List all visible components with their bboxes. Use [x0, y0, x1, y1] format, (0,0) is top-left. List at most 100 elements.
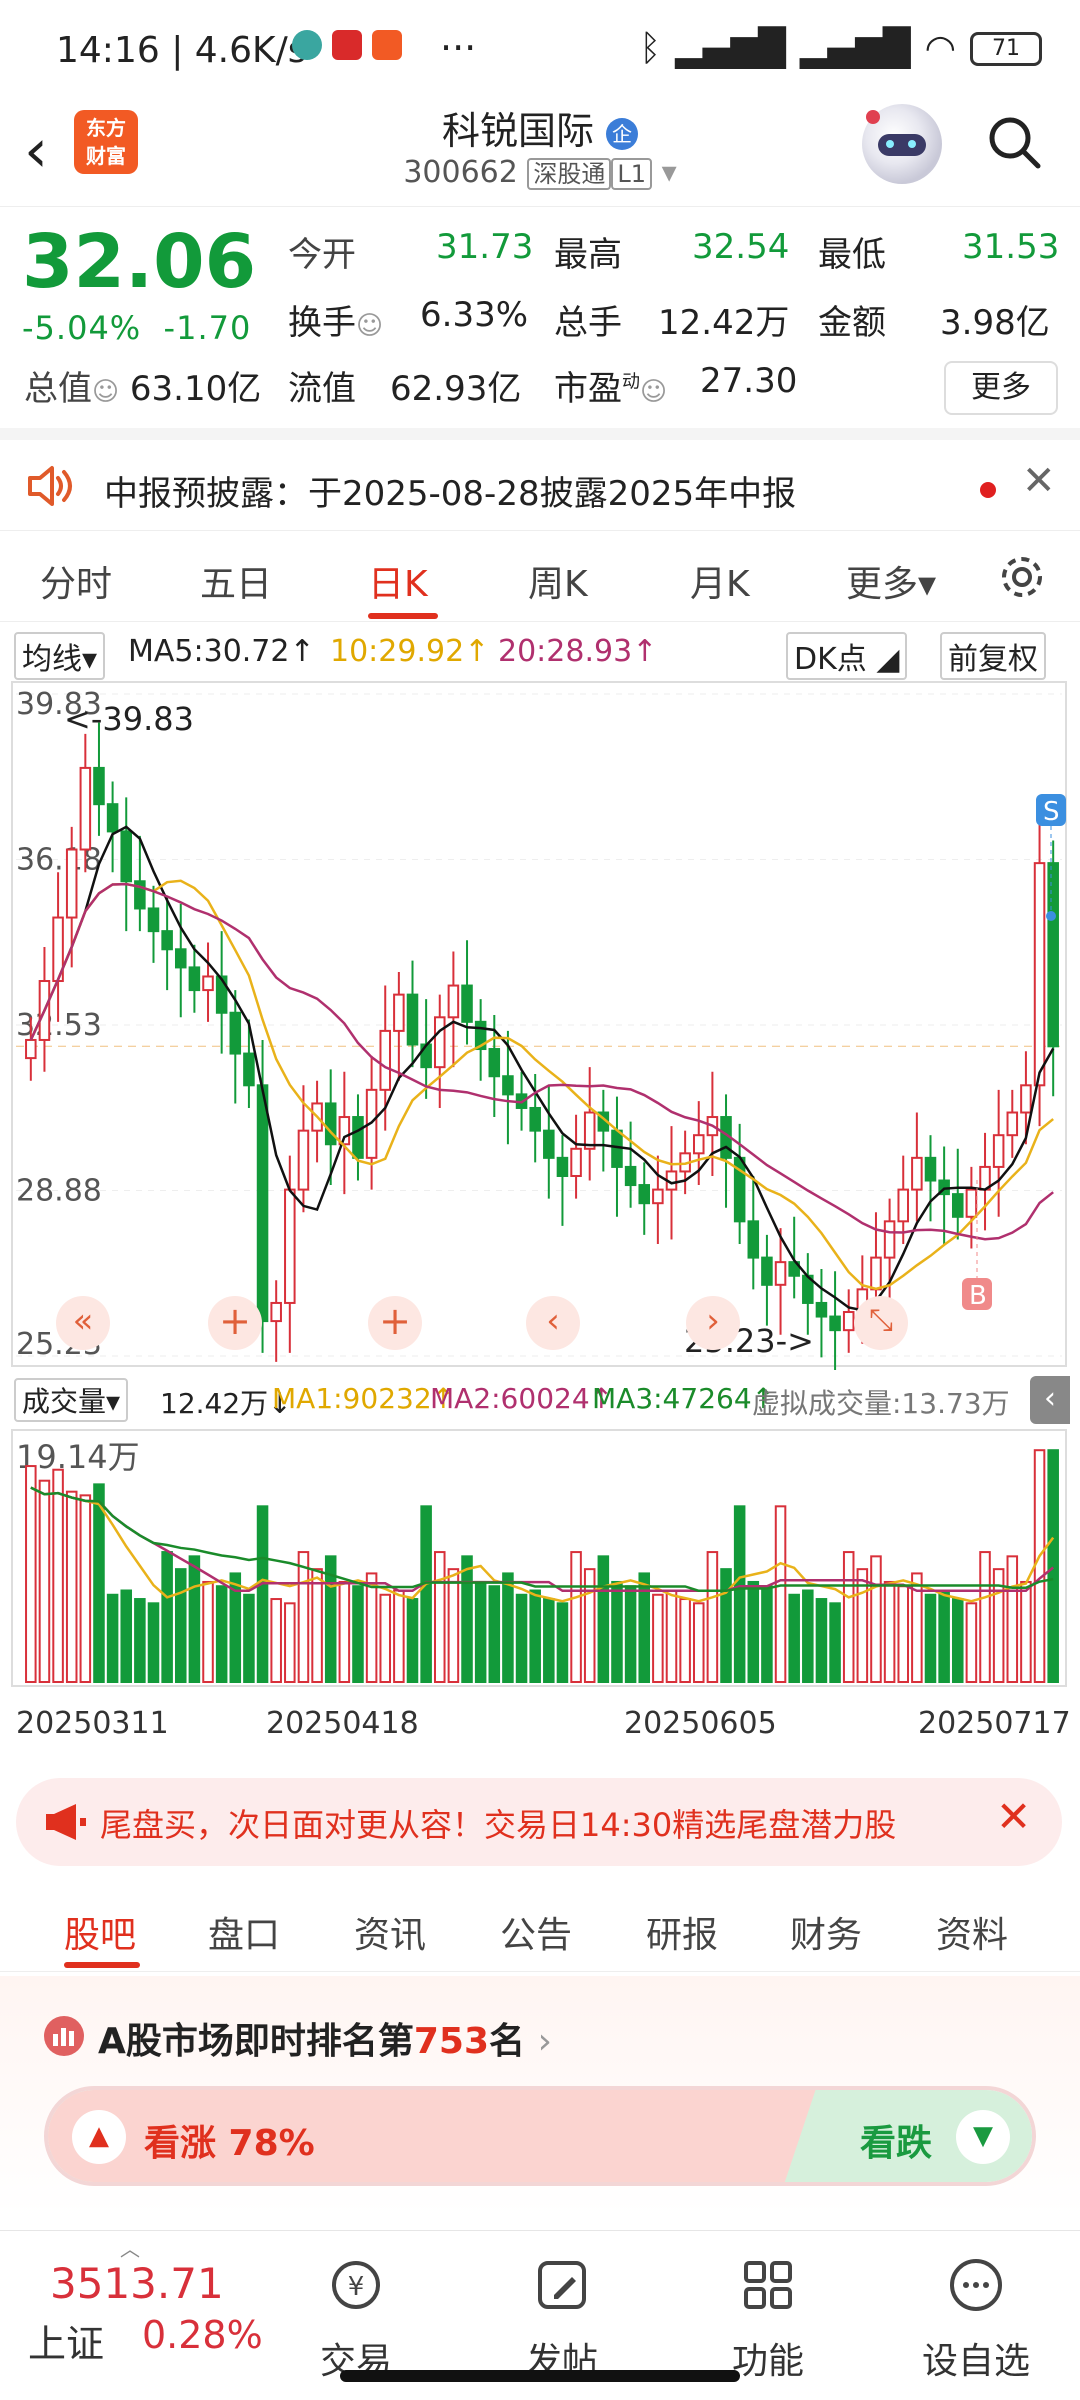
- fullscreen-icon[interactable]: ⤡: [854, 1296, 908, 1350]
- volume-bar: [774, 1505, 787, 1683]
- volume-bar: [979, 1551, 991, 1683]
- add-drawing-icon[interactable]: +: [368, 1296, 422, 1350]
- candle-body: [638, 1184, 651, 1205]
- bearish-down-icon[interactable]: ▼: [956, 2110, 1010, 2164]
- price-change: -5.04% -1.70: [22, 309, 252, 347]
- market-tag: 深股通: [527, 158, 612, 190]
- sell-marker-dot: [1046, 911, 1056, 921]
- bullish-label: 看涨 78%: [144, 2123, 315, 2164]
- battery-icon: 71: [970, 31, 1042, 66]
- tab-profile[interactable]: 资料: [936, 1906, 1008, 1958]
- svg-text:¥: ¥: [348, 2272, 365, 2302]
- candle-body: [870, 1256, 882, 1291]
- high-label: 最高: [554, 235, 622, 275]
- candle-body: [761, 1256, 773, 1286]
- tab-research[interactable]: 研报: [646, 1906, 718, 1958]
- tab-announcement[interactable]: 公告: [500, 1906, 572, 1958]
- prev-icon[interactable]: ‹: [526, 1296, 580, 1350]
- assistant-robot-icon[interactable]: [862, 104, 942, 184]
- stock-header: ‹ 东方 财富 科锐国际 企 300662 深股通 L1 ▾: [0, 100, 1080, 204]
- candlestick-chart[interactable]: 39.8336.1832.5328.8825.23<-39.8325.23->S…: [0, 680, 1080, 1370]
- candle-body: [188, 966, 201, 992]
- vma2-value: MA2:60024↑: [430, 1382, 614, 1415]
- max-price-label: <-39.83: [64, 700, 194, 738]
- close-icon[interactable]: ✕: [1022, 458, 1056, 504]
- tab-monthly-k[interactable]: 月K: [690, 555, 750, 607]
- home-indicator[interactable]: [340, 2370, 740, 2382]
- volume-bar: [270, 1598, 282, 1683]
- dk-point-selector[interactable]: DK点 ◢: [786, 632, 908, 680]
- more-button[interactable]: 更多: [944, 361, 1058, 415]
- low-value: 31.53: [962, 227, 1060, 267]
- y-tick-label: 28.88: [16, 1174, 102, 1209]
- volume-bar: [515, 1593, 528, 1684]
- volume-bar: [447, 1568, 460, 1683]
- nav-function[interactable]: 功能: [698, 2253, 838, 2384]
- adjust-selector[interactable]: 前复权: [940, 632, 1046, 680]
- tab-orderbook[interactable]: 盘口: [208, 1906, 280, 1958]
- enterprise-badge: 企: [606, 117, 639, 150]
- bullish-up-icon[interactable]: ▲: [72, 2110, 126, 2164]
- volume-bar: [433, 1551, 446, 1683]
- candle-body: [352, 1116, 364, 1159]
- volume-bar: [488, 1585, 501, 1683]
- candle-body: [502, 1075, 514, 1096]
- close-icon[interactable]: ✕: [996, 1792, 1031, 1841]
- speaker-icon: [28, 466, 72, 506]
- tab-daily-k[interactable]: 日K: [368, 555, 428, 607]
- index-value[interactable]: 3513.71: [50, 2259, 224, 2308]
- edit-icon: [538, 2261, 586, 2309]
- scroll-left-icon[interactable]: «: [56, 1296, 110, 1350]
- tab-weekly-k[interactable]: 周K: [528, 555, 588, 607]
- volume-bar: [1047, 1449, 1059, 1684]
- volume-bar: [65, 1490, 78, 1684]
- volume-bar: [25, 1465, 37, 1684]
- megaphone-icon: [46, 1804, 86, 1840]
- candle-body: [447, 984, 460, 1019]
- rank-text[interactable]: A股市场即时排名第753名 ›: [98, 2012, 552, 2064]
- search-icon[interactable]: [986, 114, 1042, 170]
- volume-selector[interactable]: 成交量▾: [14, 1378, 129, 1422]
- ma10-line: [29, 879, 1054, 1291]
- volume-bar: [352, 1585, 364, 1683]
- active-tab-indicator: [368, 613, 438, 619]
- candle-body: [692, 1134, 705, 1155]
- status-bar: 14:16 | 4.6K/s ··· ᛒ ▂▄▆█ ▂▄▆█ ◠ 71: [0, 0, 1080, 100]
- tab-more[interactable]: 更多▾: [846, 555, 936, 607]
- volume-bar: [461, 1555, 473, 1683]
- volume-value: 12.42万: [658, 303, 790, 343]
- volume-chart[interactable]: 19.14万: [0, 1428, 1080, 1690]
- collapse-panel-icon[interactable]: ‹: [1030, 1376, 1070, 1424]
- tab-forum[interactable]: 股吧: [64, 1906, 136, 1958]
- volume-bar: [611, 1580, 623, 1684]
- notice-bar[interactable]: 中报预披露：于2025-08-28披露2025年中报 ✕: [0, 428, 1080, 530]
- nav-post[interactable]: 发帖: [492, 2253, 632, 2384]
- tab-five-day[interactable]: 五日: [200, 555, 272, 607]
- ma5-value: MA5:30.72↑: [128, 634, 315, 669]
- tab-intraday[interactable]: 分时: [40, 555, 112, 607]
- candle-body: [570, 1147, 582, 1177]
- date-tick: 20250605: [624, 1706, 777, 1741]
- volume-bar: [365, 1572, 378, 1683]
- ranking-chart-icon: [44, 2016, 84, 2056]
- chevron-up-icon[interactable]: ︿: [120, 2233, 140, 2262]
- ma-selector[interactable]: 均线▾: [14, 632, 106, 680]
- next-icon[interactable]: ›: [686, 1296, 740, 1350]
- sell-marker-label: S: [1043, 797, 1060, 827]
- candle-body: [583, 1111, 596, 1150]
- tab-news[interactable]: 资讯: [354, 1906, 426, 1958]
- tab-finance[interactable]: 财务: [790, 1906, 862, 1958]
- volume-bar: [215, 1585, 228, 1683]
- zoom-in-icon[interactable]: +: [208, 1296, 262, 1350]
- candle-body: [529, 1106, 541, 1132]
- volume-bar: [256, 1505, 269, 1683]
- candle-body: [829, 1315, 841, 1332]
- volume-bar: [829, 1602, 841, 1683]
- nav-trade[interactable]: ¥ 交易: [286, 2253, 426, 2384]
- promo-banner[interactable]: 尾盘买，次日面对更从容！交易日14:30精选尾盘潜力股 ✕: [16, 1778, 1062, 1866]
- date-axis: 20250311 20250418 20250605 20250717: [0, 1700, 1080, 1750]
- gear-icon[interactable]: [998, 553, 1046, 601]
- volume-bar: [761, 1585, 773, 1683]
- high-value: 32.54: [692, 227, 790, 267]
- nav-add-watchlist[interactable]: 设自选: [906, 2253, 1046, 2384]
